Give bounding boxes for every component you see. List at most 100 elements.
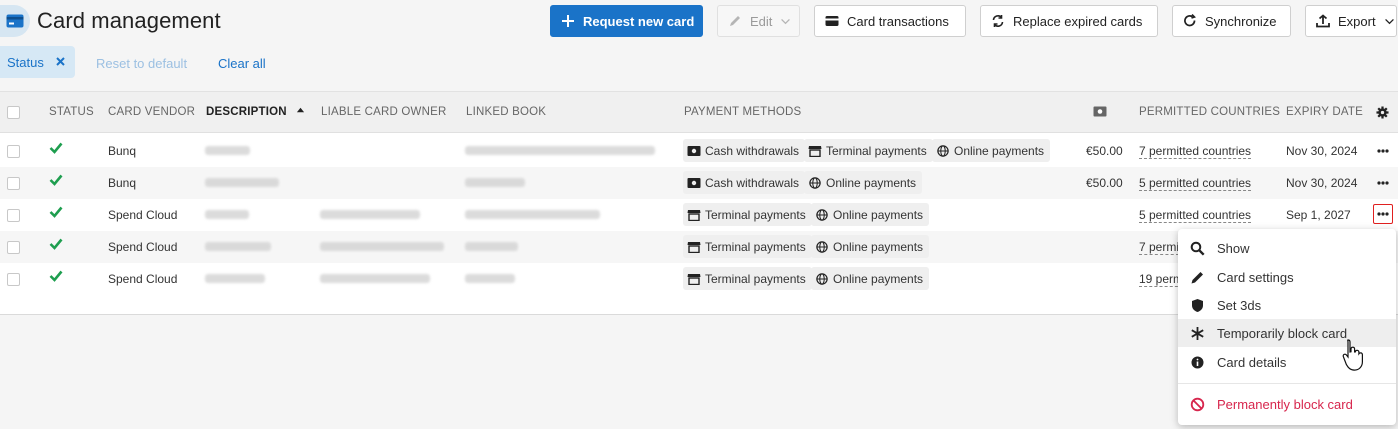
ellipsis-icon [1377, 212, 1389, 216]
request-new-card-label: Request new card [583, 13, 695, 29]
export-label: Export [1338, 13, 1376, 29]
search-icon [1190, 241, 1205, 256]
menu-item-permanently-block-card[interactable]: Permanently block card [1178, 390, 1396, 418]
request-new-card-button[interactable]: Request new card [550, 5, 703, 37]
column-header-permitted-countries[interactable]: PERMITTED COUNTRIES [1139, 106, 1280, 118]
permitted-countries-link[interactable]: 7 permi [1139, 240, 1180, 255]
menu-item-show[interactable]: Show [1178, 234, 1396, 262]
card-transactions-label: Card transactions [847, 13, 949, 29]
card-owner-redacted [320, 274, 430, 283]
replace-expired-cards-label: Replace expired cards [1013, 13, 1143, 29]
column-header-card-vendor[interactable]: CARD VENDOR [108, 106, 195, 118]
reset-to-default-link[interactable]: Reset to default [96, 56, 187, 71]
payment-method-label: Online payments [833, 271, 924, 286]
synchronize-label: Synchronize [1205, 13, 1277, 29]
column-header-payment-methods[interactable]: PAYMENT METHODS [684, 106, 801, 118]
payment-method-label: Terminal payments [705, 271, 806, 286]
payment-method-label: Terminal payments [826, 143, 927, 158]
globe-icon [816, 240, 828, 253]
active-check-icon [49, 238, 63, 253]
row-checkbox[interactable] [7, 209, 20, 222]
card-vendor: Spend Cloud [108, 272, 178, 286]
expiry-date: Nov 30, 2024 [1286, 144, 1358, 158]
column-header-status[interactable]: STATUS [49, 106, 94, 118]
store-icon [687, 241, 701, 253]
payment-method-label: Terminal payments [705, 207, 806, 222]
pencil-icon [1191, 271, 1203, 283]
active-check-icon [49, 142, 63, 157]
table-row[interactable]: Bunq Cash withdrawals Terminal payments … [0, 135, 1398, 167]
menu-item-label: Show [1217, 240, 1250, 256]
linked-book-redacted [465, 274, 515, 283]
payment-method-chip: Online payments [811, 235, 930, 258]
replace-expired-cards-button[interactable]: Replace expired cards [980, 5, 1158, 37]
payment-method-label: Online payments [833, 207, 924, 222]
more-actions-button[interactable] [1373, 173, 1393, 193]
sort-ascending-icon [297, 107, 305, 113]
edit-label: Edit [750, 13, 773, 29]
row-checkbox[interactable] [7, 273, 20, 286]
menu-item-label: Permanently block card [1217, 396, 1353, 412]
edit-button[interactable]: Edit [717, 5, 800, 37]
store-icon [687, 273, 701, 285]
more-actions-button[interactable] [1373, 204, 1393, 224]
menu-item-card-settings[interactable]: Card settings [1178, 263, 1396, 291]
permitted-countries-link[interactable]: 5 permitted countries [1139, 176, 1252, 191]
payment-method-label: Terminal payments [705, 239, 806, 254]
synchronize-button[interactable]: Synchronize [1172, 5, 1291, 37]
row-checkbox[interactable] [7, 241, 20, 254]
close-icon[interactable] [54, 55, 67, 68]
sync-icon [1184, 14, 1196, 27]
page-title: Card management [37, 8, 221, 33]
menu-item-set-3ds[interactable]: Set 3ds [1178, 291, 1396, 319]
description-redacted [205, 242, 271, 251]
permitted-countries-link[interactable]: 7 permitted countries [1139, 144, 1252, 159]
store-icon [808, 145, 822, 157]
payment-method-chip: Cash withdrawals [683, 139, 806, 162]
pencil-icon [730, 16, 740, 26]
row-checkbox[interactable] [7, 145, 20, 158]
store-icon [687, 209, 701, 221]
card-vendor: Bunq [108, 144, 137, 158]
card-vendor: Spend Cloud [108, 240, 178, 254]
payment-method-label: Online payments [954, 143, 1045, 158]
payment-method-label: Cash withdrawals [705, 143, 800, 158]
column-header-expiry-date[interactable]: EXPIRY DATE [1286, 106, 1363, 118]
status-filter-chip[interactable]: Status [0, 46, 75, 78]
globe-icon [809, 176, 821, 189]
payment-method-chip: Terminal payments [683, 267, 812, 290]
export-button[interactable]: Export [1305, 5, 1397, 37]
more-actions-button[interactable] [1373, 141, 1393, 161]
linked-book-redacted [465, 210, 600, 219]
menu-divider [1178, 383, 1396, 384]
column-header-linked-book[interactable]: LINKED BOOK [466, 106, 546, 118]
amount: €50.00 [1086, 144, 1123, 158]
money-icon [1093, 106, 1107, 117]
cash-icon [687, 177, 701, 188]
payment-method-chip: Terminal payments [683, 203, 812, 226]
column-header-description[interactable]: DESCRIPTION [206, 106, 305, 118]
payment-method-label: Online payments [826, 175, 917, 190]
clear-all-link[interactable]: Clear all [218, 56, 266, 71]
expiry-date: Nov 30, 2024 [1286, 176, 1358, 190]
description-redacted [205, 274, 265, 283]
payment-method-chip: Online payments [811, 267, 930, 290]
table-row[interactable]: Spend Cloud Terminal payments Online pay… [0, 199, 1398, 231]
globe-icon [816, 208, 828, 221]
table-row[interactable]: Bunq Cash withdrawals Online payments €5… [0, 167, 1398, 199]
page-header: Card management Request new card Edit Ca… [0, 0, 1398, 44]
select-all-checkbox[interactable] [7, 106, 20, 119]
row-checkbox[interactable] [7, 177, 20, 190]
column-header-liable-card-owner[interactable]: LIABLE CARD OWNER [321, 106, 446, 118]
card-transactions-button[interactable]: Card transactions [814, 5, 966, 37]
gear-icon[interactable] [1376, 106, 1389, 119]
linked-book-redacted [465, 146, 655, 155]
active-check-icon [49, 270, 63, 285]
permitted-countries-link[interactable]: 5 permitted countries [1139, 208, 1252, 223]
payment-method-chip: Terminal payments [804, 139, 933, 162]
payment-method-label: Cash withdrawals [705, 175, 800, 190]
card-icon [825, 16, 839, 26]
permitted-countries-link[interactable]: 19 perm [1139, 272, 1184, 287]
payment-method-chip: Online payments [932, 139, 1051, 162]
menu-item-label: Card details [1217, 354, 1287, 370]
